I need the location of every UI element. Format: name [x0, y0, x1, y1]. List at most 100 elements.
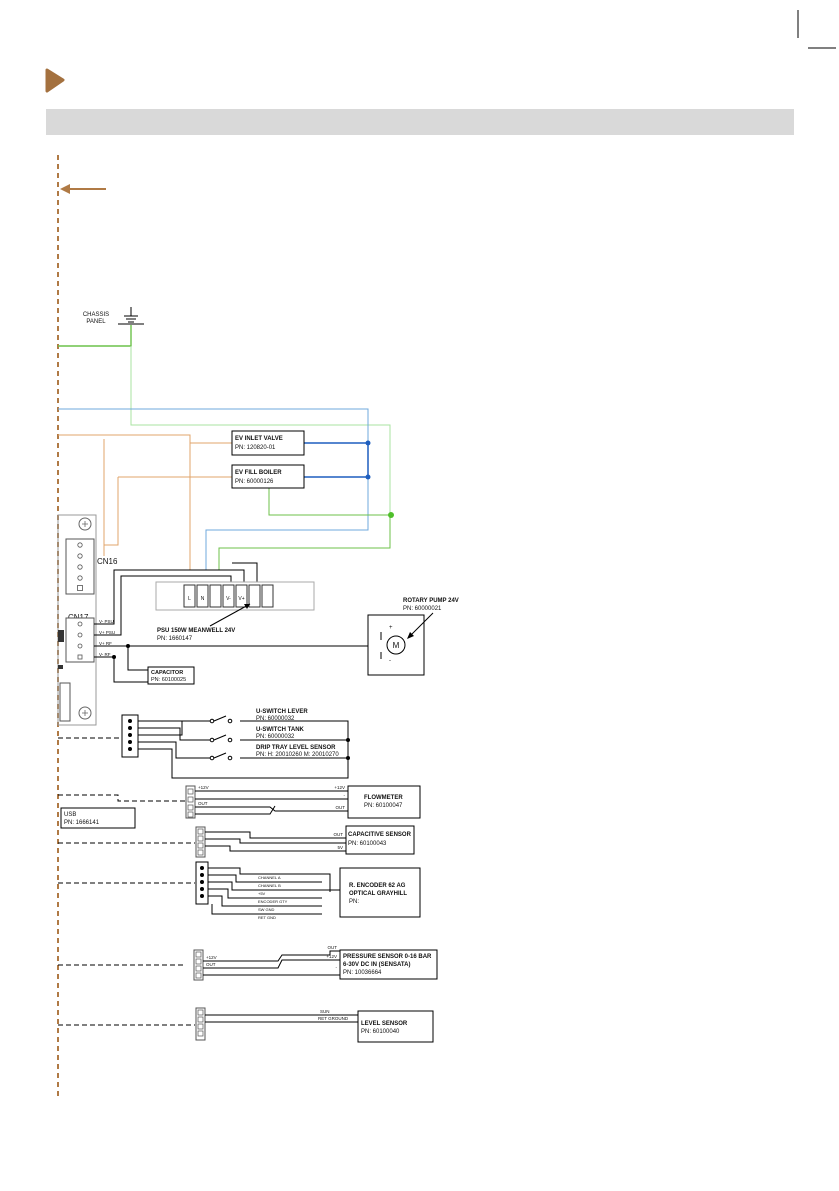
section-arrow-icon: [45, 68, 65, 93]
cn17-pin-label: V- RF: [99, 652, 111, 657]
left-arrow-head: [60, 184, 70, 194]
ev-inlet-name: EV INLET VALVE: [235, 436, 283, 442]
psu-terminal: [248, 584, 261, 608]
psu-name: PSU 150W MEANWELL 24V: [157, 628, 235, 634]
chassis-label-1: CHASSIS: [83, 312, 109, 318]
encoder-name-1: R. ENCODER 62 AG: [349, 883, 406, 889]
pump-name: ROTARY PUMP 24V: [403, 598, 459, 604]
capacitive-pin-right: OUT: [334, 832, 344, 837]
pressure-pin-right: +12V: [326, 954, 337, 959]
encoder-signal-label: RET GND: [258, 915, 276, 920]
ground-wire: [58, 325, 132, 347]
encoder-pn: PN:: [349, 899, 359, 905]
level-pin-right: RET GROUND: [318, 1016, 349, 1021]
cn17-pin-label: V+ RF: [99, 641, 112, 646]
chassis-label-2: PANEL: [86, 319, 106, 325]
pressure-name-1: PRESSURE SENSOR 0-16 BAR: [343, 954, 432, 960]
psu-terminal-label: V-: [226, 596, 231, 602]
dashed-link: [58, 794, 185, 802]
pump-plus: +: [389, 625, 393, 631]
valve-neutral-wire: [304, 442, 369, 478]
pressure-connector: [193, 949, 204, 981]
uswitch-lever-pn: PN: 60000032: [256, 716, 295, 722]
cn16-wire-1: [104, 477, 119, 546]
encoder-wire: [322, 873, 331, 892]
uswitch-tank-pn: PN: 60000032: [256, 734, 295, 740]
flowmeter-box: [347, 785, 421, 819]
psu-box: [155, 581, 315, 611]
psu-terminal-label: N: [201, 596, 205, 602]
junction-dot: [346, 738, 350, 742]
psu-terminal-label: L: [188, 596, 191, 602]
psu-terminal-label: V+: [238, 596, 244, 602]
flowmeter-pn: PN: 60100047: [364, 803, 403, 809]
capacitive-pin-right: 5V: [337, 845, 343, 850]
section-header-bar: [46, 109, 794, 135]
ground-wire-psu: [218, 488, 391, 570]
capacitor-wire: [127, 646, 148, 671]
switch-wire: [138, 741, 210, 759]
level-name: LEVEL SENSOR: [361, 1021, 408, 1027]
mounting-hole-icon: [82, 710, 88, 716]
junction-dot: [365, 440, 371, 446]
capacitive-box: [345, 825, 415, 855]
capacitive-wire: [205, 845, 346, 852]
usb-pn: PN: 1666141: [64, 820, 100, 826]
pressure-pn: PN: 10036664: [343, 970, 382, 976]
cn16-label: CN16: [97, 557, 118, 566]
flowmeter-pin-right: +12V: [334, 785, 345, 790]
switch-icon: [209, 715, 233, 761]
pressure-pin-left: OUT: [206, 962, 216, 967]
psu-terminals: L N V- V+: [183, 584, 274, 608]
drip-tray-pn: PN: H: 20010260 M: 20010270: [256, 752, 339, 758]
uswitch-lever-name: U-SWITCH LEVER: [256, 709, 308, 715]
ev-inlet-pn: PN: 120820-01: [235, 445, 276, 451]
psu-pn: PN: 1660147: [157, 636, 193, 642]
uswitch-tank-name: U-SWITCH TANK: [256, 727, 305, 733]
encoder-name-2: OPTICAL GRAYHILL: [349, 891, 407, 897]
board-component: [58, 665, 63, 669]
encoder-signal-label: SW GND: [258, 907, 275, 912]
mounting-hole-icon: [82, 521, 88, 527]
junction-dot: [365, 474, 371, 480]
junction-dot: [346, 756, 350, 760]
board-component: [58, 630, 64, 642]
pump-pn: PN: 60000021: [403, 606, 442, 612]
cn17-pin-label: V+ PSU: [99, 630, 115, 635]
capacitor-pn: PN: 60100025: [151, 677, 186, 683]
level-pin-right: SUN: [320, 1009, 330, 1014]
ev-inlet-box: [231, 430, 305, 456]
flowmeter-wire: [195, 806, 348, 812]
pressure-pin-right: -: [336, 965, 338, 970]
junction-dot: [126, 644, 130, 648]
level-pn: PN: 60100040: [361, 1029, 400, 1035]
capacitive-wire: [205, 831, 346, 839]
pressure-pin-right: OUT: [328, 945, 338, 950]
pump-wire: [94, 640, 382, 647]
capacitor-name: CAPACITOR: [151, 670, 183, 676]
switch-wire: [138, 727, 210, 741]
encoder-signal-labels: CHANNEL A CHANNEL B +5V ENCODER GTY SW GND RE…: [258, 872, 344, 920]
cn17-connector: [65, 617, 95, 663]
psu-terminal: [209, 584, 222, 608]
flowmeter-pin-left: +12V: [198, 785, 209, 790]
capacitive-wire: [205, 838, 346, 844]
small-connector: [59, 682, 71, 722]
flowmeter-pin-right: -: [344, 793, 346, 798]
pressure-pin-left: +12V: [206, 955, 217, 960]
pressure-name-2: 6-30V DC IN (SENSATA): [343, 962, 410, 968]
encoder-signal-label: +5V: [258, 891, 266, 896]
cn17-pin-label: V- PSU: [99, 619, 114, 624]
junction-dot: [388, 512, 394, 518]
capacitive-name: CAPACITIVE SENSOR: [348, 832, 412, 838]
flowmeter-pin-left: OUT: [198, 801, 208, 806]
usb-name: USB: [64, 812, 76, 818]
capacitive-pn: PN: 60100043: [348, 841, 387, 847]
wiring-diagram: CHASSIS PANEL EV INLET VALVE PN: 120820-…: [45, 10, 836, 1098]
flowmeter-pin-right: OUT: [336, 805, 346, 810]
capacitive-connector: [195, 826, 206, 858]
motor-symbol: M: [393, 641, 400, 650]
ev-fill-name: EV FILL BOILER: [235, 470, 282, 476]
encoder-wire: [208, 867, 322, 875]
junction-dot: [112, 655, 116, 659]
